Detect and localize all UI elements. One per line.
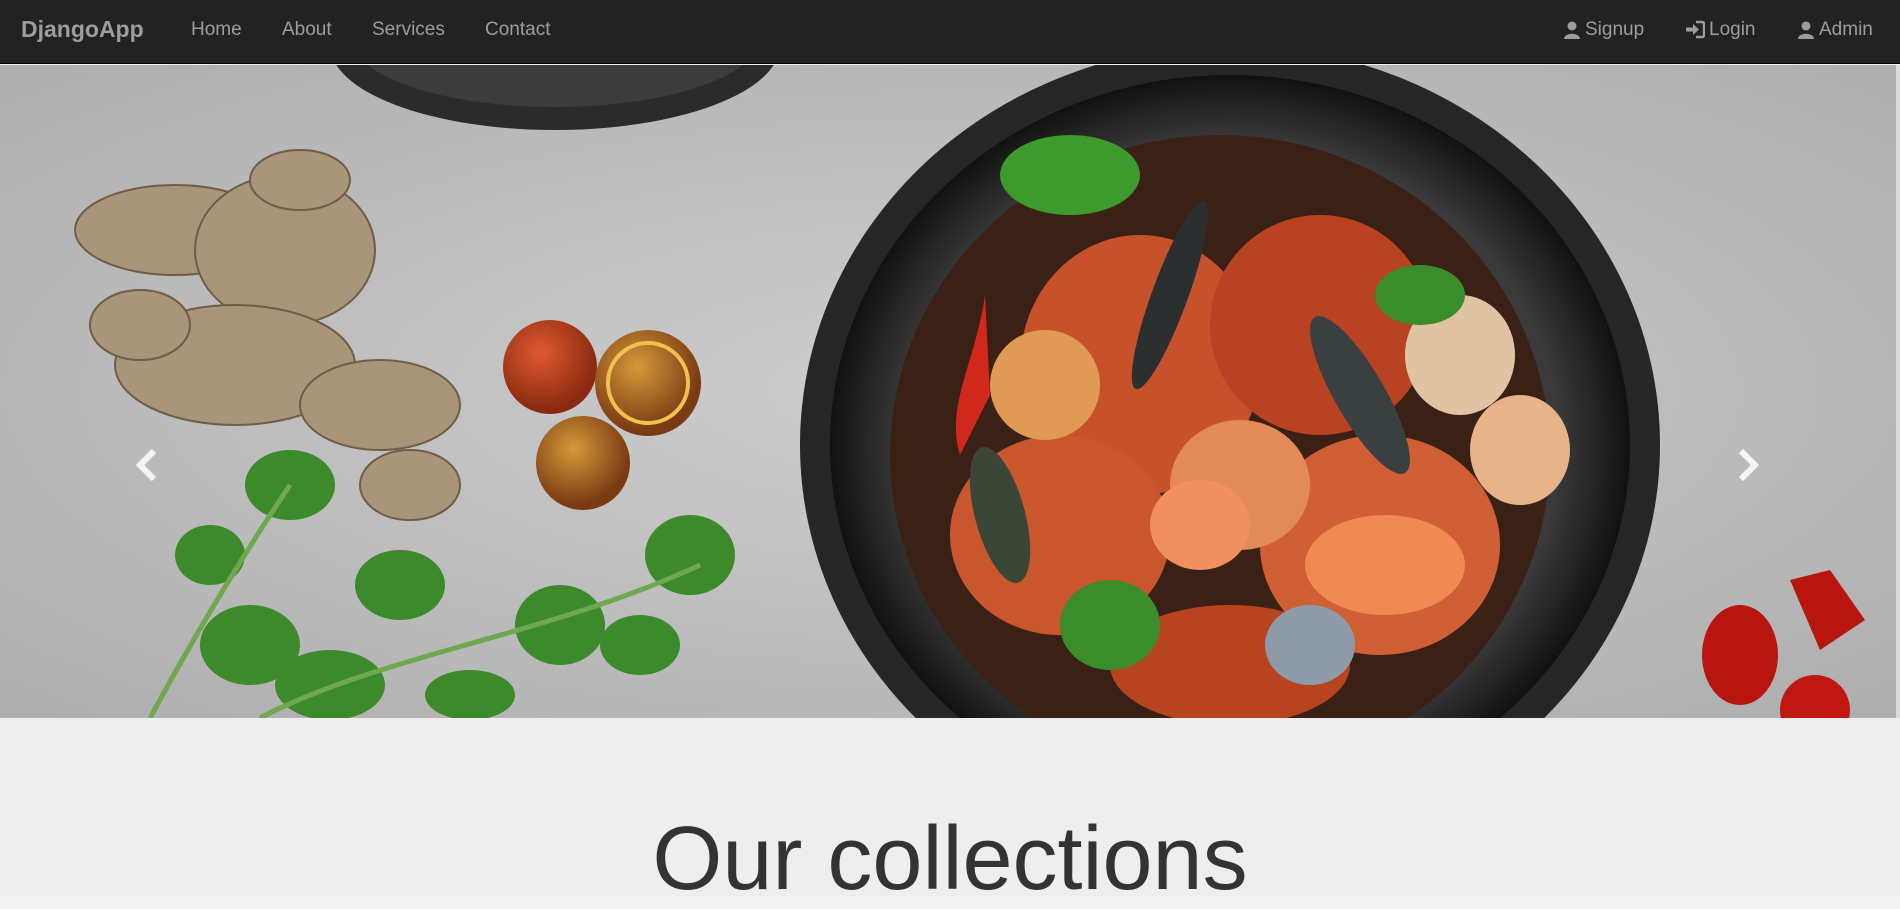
nav-link-login[interactable]: Login xyxy=(1685,19,1756,41)
collections-section: Our collections xyxy=(0,718,1900,904)
user-icon xyxy=(1563,20,1581,40)
nav-link-about[interactable]: About xyxy=(282,19,332,41)
chevron-left-icon xyxy=(135,448,157,482)
carousel-prev-button[interactable] xyxy=(128,445,168,485)
section-title: Our collections xyxy=(652,809,1248,909)
user-icon xyxy=(1797,20,1815,40)
chevron-right-icon xyxy=(1738,448,1760,482)
nav-link-contact[interactable]: Contact xyxy=(485,19,550,41)
hero-carousel[interactable] xyxy=(0,65,1900,718)
admin-label: Admin xyxy=(1819,19,1873,40)
login-label: Login xyxy=(1709,19,1756,40)
login-icon xyxy=(1685,20,1705,39)
signup-label: Signup xyxy=(1585,19,1645,40)
carousel-next-button[interactable] xyxy=(1727,445,1767,485)
brand-logo[interactable]: DjangoApp xyxy=(21,16,144,43)
carousel-slide-image xyxy=(0,65,1900,718)
top-navbar: DjangoApp Home About Services Contact Si… xyxy=(0,0,1900,64)
nav-link-signup[interactable]: Signup xyxy=(1563,19,1644,41)
nav-link-admin[interactable]: Admin xyxy=(1797,19,1873,41)
nav-link-home[interactable]: Home xyxy=(191,19,242,41)
nav-link-services[interactable]: Services xyxy=(372,19,445,41)
